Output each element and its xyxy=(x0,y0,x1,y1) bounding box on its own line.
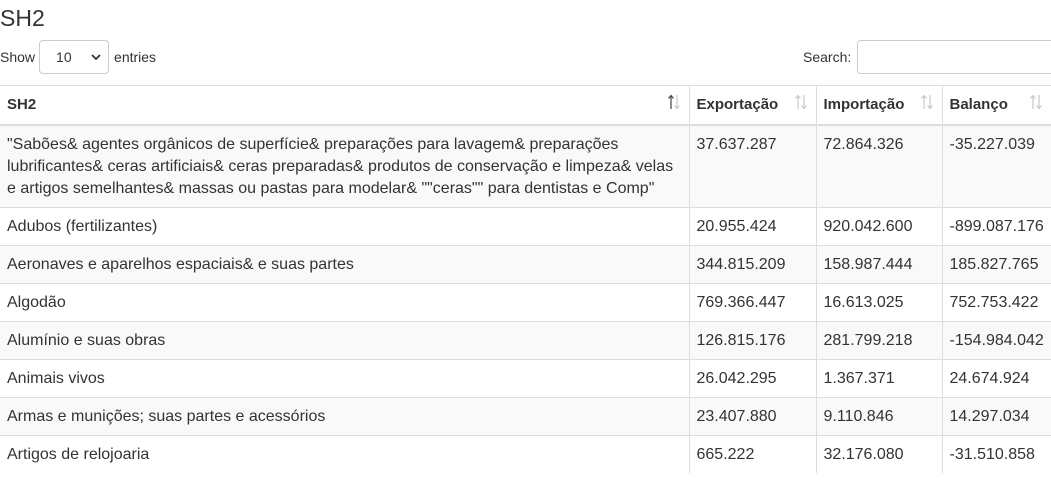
cell-importacao: 72.864.326 xyxy=(815,124,942,207)
sort-icon xyxy=(667,94,680,110)
column-header[interactable]: Importação xyxy=(815,85,942,126)
cell-importacao: 281.799.218 xyxy=(815,320,942,359)
column-header[interactable]: SH2 xyxy=(0,85,689,126)
cell-balanco: -154.984.042 xyxy=(941,320,1051,359)
cell-balanco: -31.510.858 xyxy=(941,434,1051,473)
cell-importacao: 16.613.025 xyxy=(815,282,942,321)
data-table: SH2 Exportação Importação Balanço "Sabões& … xyxy=(0,85,1051,473)
entries-per-page-select[interactable]: 10 xyxy=(39,40,110,74)
cell-sh2: "Sabões& agentes orgânicos de superfície… xyxy=(0,124,689,207)
search-input[interactable] xyxy=(857,40,1051,74)
search-label: Search: xyxy=(803,49,852,65)
sort-icon xyxy=(794,94,807,110)
sort-icon xyxy=(920,94,933,110)
cell-exportacao: 769.366.447 xyxy=(688,282,816,321)
cell-importacao: 1.367.371 xyxy=(815,358,942,397)
cell-importacao: 920.042.600 xyxy=(815,206,942,245)
column-header[interactable]: Balanço xyxy=(941,85,1051,126)
entries-per-page-value: 10 xyxy=(56,49,72,65)
entries-label: entries xyxy=(114,49,157,65)
cell-sh2: Alumínio e suas obras xyxy=(0,320,689,359)
cell-balanco: 752.753.422 xyxy=(941,282,1051,321)
show-label: Show xyxy=(0,49,36,65)
table-row: Adubos (fertilizantes) 20.955.424 920.042.… xyxy=(0,206,1051,245)
table-row: Alumínio e suas obras 126.815.176 281.799.… xyxy=(0,320,1051,359)
table-row: Aeronaves e aparelhos espaciais& e suas … xyxy=(0,244,1051,283)
cell-importacao: 32.176.080 xyxy=(815,434,942,473)
cell-sh2: Algodão xyxy=(0,282,689,321)
column-header-label: Exportação xyxy=(696,96,779,114)
cell-sh2: Aeronaves e aparelhos espaciais& e suas … xyxy=(0,244,689,283)
column-header-label: Importação xyxy=(823,96,905,114)
cell-balanco: 24.674.924 xyxy=(941,358,1051,397)
cell-exportacao: 344.815.209 xyxy=(688,244,816,283)
cell-balanco: 185.827.765 xyxy=(941,244,1051,283)
table-row: "Sabões& agentes orgânicos de superfície… xyxy=(0,124,1051,207)
cell-importacao: 158.987.444 xyxy=(815,244,942,283)
table-row: Algodão 769.366.447 16.613.025 752.753.422 xyxy=(0,282,1051,321)
chevron-down-icon xyxy=(91,54,101,61)
column-header-label: SH2 xyxy=(7,96,37,114)
cell-balanco: 14.297.034 xyxy=(941,396,1051,435)
sort-icon xyxy=(1030,94,1042,110)
table-header-row: SH2 Exportação Importação Balanço xyxy=(0,85,1051,126)
cell-exportacao: 23.407.880 xyxy=(688,396,816,435)
cell-importacao: 9.110.846 xyxy=(815,396,942,435)
cell-sh2: Adubos (fertilizantes) xyxy=(0,206,689,245)
cell-balanco: -35.227.039 xyxy=(941,124,1051,207)
column-header[interactable]: Exportação xyxy=(688,85,816,126)
cell-exportacao: 37.637.287 xyxy=(688,124,816,207)
column-header-label: Balanço xyxy=(949,96,1008,114)
search-control: Search: xyxy=(803,40,1051,74)
cell-sh2: Armas e munições; suas partes e acessóri… xyxy=(0,396,689,435)
table-row: Animais vivos 26.042.295 1.367.371 24.674.9… xyxy=(0,358,1051,397)
page-title: SH2 xyxy=(0,5,45,31)
cell-exportacao: 126.815.176 xyxy=(688,320,816,359)
entries-length-control: Show 10 entries xyxy=(0,40,156,74)
table-row: Artigos de relojoaria 665.222 32.176.080 -3… xyxy=(0,434,1051,473)
cell-sh2: Artigos de relojoaria xyxy=(0,434,689,473)
cell-balanco: -899.087.176 xyxy=(941,206,1051,245)
cell-exportacao: 665.222 xyxy=(688,434,816,473)
cell-exportacao: 26.042.295 xyxy=(688,358,816,397)
cell-sh2: Animais vivos xyxy=(0,358,689,397)
cell-exportacao: 20.955.424 xyxy=(688,206,816,245)
table-row: Armas e munições; suas partes e acessóri… xyxy=(0,396,1051,435)
